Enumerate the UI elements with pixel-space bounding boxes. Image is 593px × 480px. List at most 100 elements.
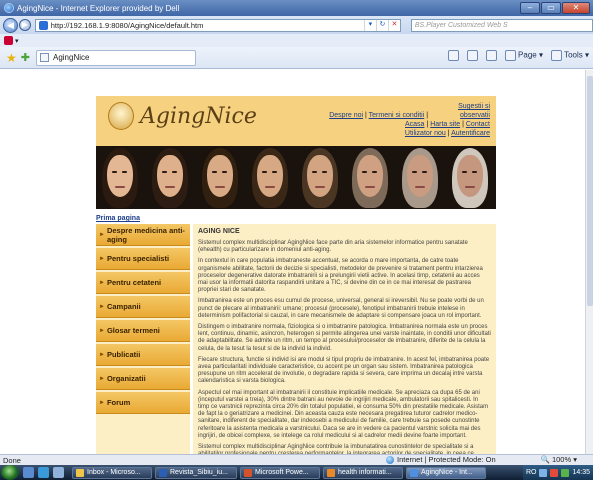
clock[interactable]: 14:35 <box>572 469 590 476</box>
link-contact[interactable]: Contact <box>466 121 490 128</box>
site-container: AgingNice Despre noi | Termeni si condit… <box>96 96 496 454</box>
page-icon <box>38 20 48 30</box>
page-viewport: AgingNice Despre noi | Termeni si condit… <box>0 70 585 454</box>
globe-icon <box>386 455 394 464</box>
link-despre[interactable]: Despre noi <box>329 112 363 119</box>
face-portrait <box>146 146 196 209</box>
nav-item-pentru-cetateni[interactable]: ► Pentru cetateni <box>96 272 190 294</box>
internet-explorer-icon <box>410 468 418 477</box>
tools-menu[interactable]: Tools ▾ <box>550 50 589 61</box>
quicklaunch-icon[interactable] <box>23 467 34 478</box>
windows-taskbar: Inbox - Microso... Revista_Sibiu_iu... M… <box>0 465 593 480</box>
bullet-icon: ► <box>99 351 105 358</box>
address-dropdown-icon[interactable]: ▾ <box>363 19 376 31</box>
maximize-button[interactable]: ▭ <box>541 2 561 14</box>
face-portrait <box>396 146 446 209</box>
home-icon[interactable] <box>447 50 459 61</box>
page-menu[interactable]: Page ▾ <box>504 50 543 61</box>
vertical-scrollbar[interactable] <box>585 70 593 454</box>
tray-icon[interactable] <box>550 468 559 477</box>
window-controls: – ▭ ✕ <box>520 2 590 14</box>
link-acasa[interactable]: Acasa <box>405 121 424 128</box>
link-autentificare[interactable]: Autentificare <box>451 130 490 137</box>
nav-item-forum[interactable]: ► Forum <box>96 392 190 414</box>
breadcrumb[interactable]: Prima pagina <box>96 215 140 222</box>
task-label: AgingNice - Int... <box>421 469 473 476</box>
tray-icon[interactable] <box>561 468 570 477</box>
close-button[interactable]: ✕ <box>562 2 590 14</box>
taskbar-item-powerpoint[interactable]: Microsoft Powe... <box>240 466 320 479</box>
chevron-down-icon[interactable]: ▾ <box>15 37 19 45</box>
url-text[interactable]: http://192.168.1.9:8080/AgingNice/defaul… <box>51 21 364 30</box>
nav-item-despre-medicina[interactable]: ► Despre medicina anti-aging <box>96 224 190 246</box>
start-button[interactable] <box>1 465 19 480</box>
logo-emblem-icon <box>108 102 134 130</box>
top-links: Despre noi | Termeni si conditii | Suges… <box>329 102 490 137</box>
word-icon <box>159 468 167 477</box>
bullet-icon: ► <box>99 375 105 382</box>
tab-agingnice[interactable]: AgingNice <box>35 49 196 66</box>
language-indicator[interactable]: RO <box>526 469 537 476</box>
bullet-icon: ► <box>99 303 105 310</box>
face-portrait <box>246 146 296 209</box>
site-logo[interactable]: AgingNice <box>108 102 257 130</box>
tools-menu-label: Tools <box>564 50 583 60</box>
taskbar-item-revista[interactable]: Revista_Sibiu_iu... <box>155 466 237 479</box>
forward-button[interactable]: ▶ <box>18 19 31 31</box>
minimize-button[interactable]: – <box>520 2 540 14</box>
nav-item-publicatii[interactable]: ► Publicatii <box>96 344 190 366</box>
internet-explorer-icon <box>4 3 14 13</box>
window-title: AgingNice - Internet Explorer provided b… <box>17 3 180 13</box>
face-portrait <box>446 146 496 209</box>
content-paragraph: Aspectul cel mai important al imbatranir… <box>198 389 489 439</box>
content-heading: AGING NICE <box>198 228 240 235</box>
quicklaunch-icon[interactable] <box>53 467 64 478</box>
nav-label: Forum <box>106 398 131 407</box>
search-input[interactable]: BS.Player Customized Web S <box>410 18 593 32</box>
logo-text: AgingNice <box>140 103 257 129</box>
face-portrait <box>96 146 146 209</box>
status-bar: Done Internet | Protected Mode: On 🔍 100… <box>0 454 593 465</box>
aging-faces-banner <box>96 146 496 209</box>
content-paragraph: Distingem o imbatranire normala, fiziolo… <box>198 324 491 352</box>
tab-label: AgingNice <box>52 53 90 62</box>
favorites-star-icon[interactable]: ★ <box>6 51 17 65</box>
face-portrait <box>296 146 346 209</box>
task-label: Revista_Sibiu_iu... <box>170 469 228 476</box>
taskbar-item-inbox[interactable]: Inbox - Microso... <box>72 466 152 479</box>
security-zone[interactable]: Internet | Protected Mode: On <box>386 455 496 464</box>
taskbar-item-health[interactable]: health informati... <box>323 466 403 479</box>
link-utilizator[interactable]: Utilizator nou <box>405 130 446 137</box>
link-harta[interactable]: Harta site <box>430 121 460 128</box>
outlook-icon <box>76 468 84 477</box>
stop-icon[interactable]: ✕ <box>387 19 400 31</box>
tray-icon[interactable] <box>539 468 548 477</box>
nav-item-campanii[interactable]: ► Campanii <box>96 296 190 318</box>
zoom-level[interactable]: 🔍 100% ▾ <box>541 455 577 464</box>
back-button[interactable]: ◀ <box>3 17 18 33</box>
face-portrait <box>196 146 246 209</box>
feeds-icon[interactable] <box>466 50 478 61</box>
nav-item-organizatii[interactable]: ► Organizatii <box>96 368 190 390</box>
link-termeni[interactable]: Termeni si conditii <box>369 112 425 119</box>
scrollbar-thumb[interactable] <box>587 76 593 306</box>
nav-item-pentru-specialisti[interactable]: ► Pentru specialisti <box>96 248 190 270</box>
nav-item-glosar[interactable]: ► Glosar termeni <box>96 320 190 342</box>
system-tray: RO 14:35 <box>522 465 593 480</box>
task-label: health informati... <box>338 469 392 476</box>
link-sugestii[interactable]: Sugestii si observatii <box>430 102 490 120</box>
taskbar-item-agingnice[interactable]: AgingNice - Int... <box>406 466 486 479</box>
quicklaunch-icon[interactable] <box>38 467 49 478</box>
add-favorites-icon[interactable]: ✚ <box>21 51 30 64</box>
page-icon <box>504 50 516 61</box>
firefox-icon <box>327 468 335 477</box>
content-paragraph: Sistemul complex multidisciplinar AgingN… <box>198 240 468 254</box>
nav-label: Organizatii <box>106 374 146 383</box>
side-navigation: ► Despre medicina anti-aging ► Pentru spec… <box>96 224 190 454</box>
refresh-icon[interactable]: ↻ <box>375 19 388 31</box>
page-menu-label: Page <box>518 50 537 60</box>
print-icon[interactable] <box>485 50 497 61</box>
address-bar[interactable]: http://192.168.1.9:8080/AgingNice/defaul… <box>34 18 401 32</box>
toolbar-icon[interactable] <box>4 36 13 45</box>
window-title-bar: AgingNice - Internet Explorer provided b… <box>0 0 593 16</box>
